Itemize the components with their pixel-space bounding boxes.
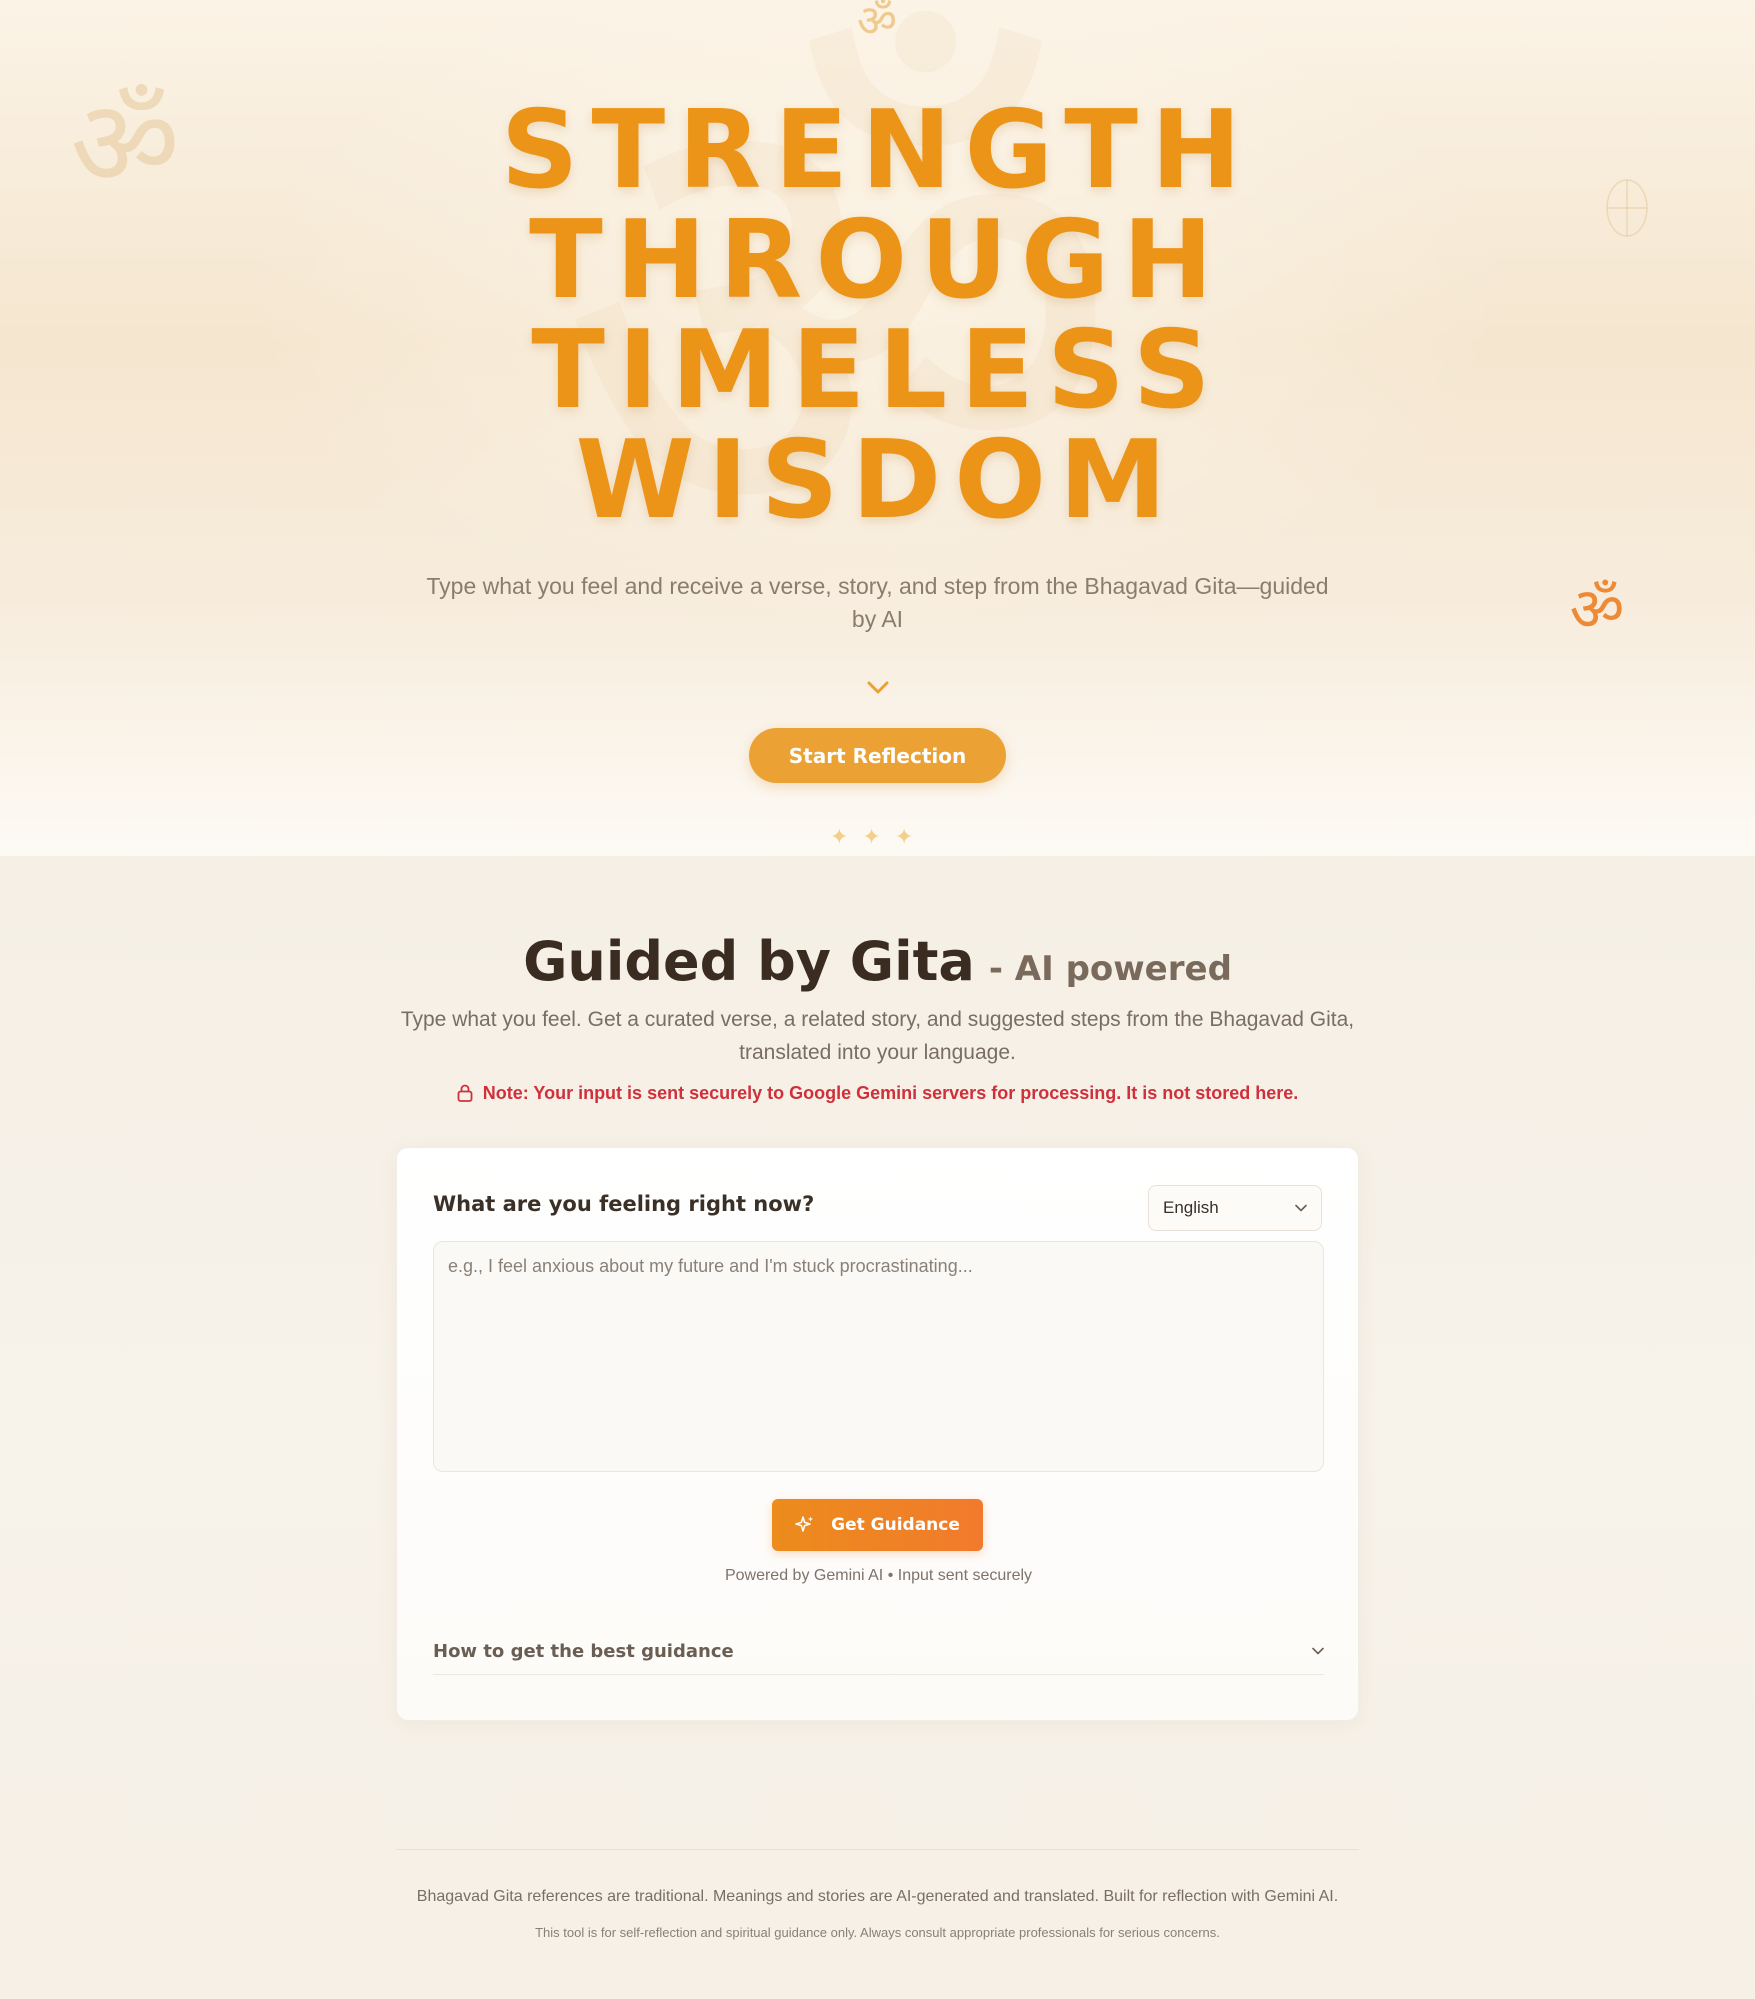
section-title: Guided by Gita - AI powered [0, 930, 1755, 993]
start-reflection-button[interactable]: Start Reflection [749, 728, 1006, 783]
guidance-form-card: What are you feeling right now? English … [396, 1147, 1359, 1721]
section-title-tag: - AI powered [988, 949, 1232, 989]
privacy-note-text: Note: Your input is sent securely to Goo… [482, 1083, 1299, 1103]
sparkles-icon: ✦✦✦ [830, 824, 928, 849]
feeling-label: What are you feeling right now? [433, 1192, 815, 1216]
footer-note: This tool is for self-reflection and spi… [535, 1925, 1220, 1940]
best-guidance-accordion[interactable]: How to get the best guidance [433, 1628, 1324, 1675]
hero-title-line: WISDOM [575, 418, 1180, 543]
section-title-main: Guided by Gita [523, 930, 975, 993]
feeling-input[interactable] [433, 1241, 1324, 1472]
sparkle-icon [795, 1516, 814, 1532]
om-icon: ॐ [1569, 575, 1625, 645]
hero-subtitle: Type what you feel and receive a verse, … [426, 573, 1329, 632]
hero-title-line: THROUGH [529, 198, 1226, 323]
privacy-note: Note: Your input is sent securely to Goo… [0, 1083, 1755, 1104]
chevron-down-icon [1312, 1647, 1324, 1655]
footer-divider [396, 1849, 1359, 1850]
hero-section: ॐ ॐ ॐ ॐ STRENGTH THROUGH TIMELESS WISDOM… [0, 0, 1755, 856]
section-description: Type what you feel. Get a curated verse,… [400, 1008, 1355, 1064]
hero-title: STRENGTH THROUGH TIMELESS WISDOM [0, 96, 1755, 536]
powered-by-text: Powered by Gemini AI • Input sent secure… [724, 1567, 1033, 1584]
hero-title-line: TIMELESS [531, 308, 1224, 433]
language-select-value: English [1163, 1198, 1219, 1217]
hero-title-line: STRENGTH [500, 88, 1255, 213]
get-guidance-button[interactable]: Get Guidance [772, 1499, 983, 1551]
footer-disclaimer: Bhagavad Gita references are traditional… [416, 1888, 1339, 1905]
get-guidance-label: Get Guidance [831, 1515, 960, 1535]
lock-icon [457, 1084, 473, 1102]
om-icon: ॐ [856, 0, 898, 47]
chevron-down-icon[interactable] [864, 676, 892, 700]
chevron-down-icon [1295, 1204, 1307, 1212]
accordion-label: How to get the best guidance [433, 1640, 734, 1662]
language-select[interactable]: English [1148, 1185, 1322, 1231]
